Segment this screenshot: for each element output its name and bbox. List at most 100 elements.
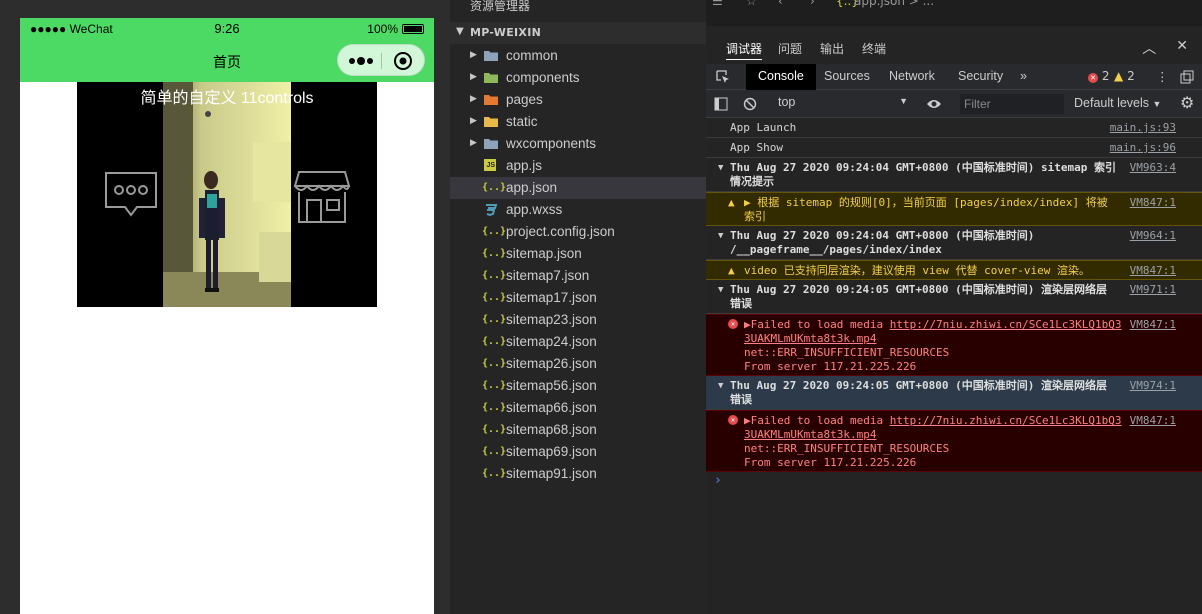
back-icon[interactable]: ‹ bbox=[778, 0, 783, 8]
clear-console-icon[interactable] bbox=[743, 97, 757, 111]
tab-output[interactable]: 输出 bbox=[820, 40, 844, 57]
console-prompt[interactable]: › bbox=[714, 473, 722, 488]
battery-status: 100% bbox=[367, 22, 424, 36]
tree-item[interactable]: {..} sitemap23.json bbox=[450, 309, 706, 331]
log-group-header[interactable]: ▼ Thu Aug 27 2020 09:24:05 GMT+0800 (中国标… bbox=[706, 376, 1202, 410]
context-select[interactable]: top ▼ bbox=[778, 95, 908, 109]
tree-item[interactable]: {..} sitemap56.json bbox=[450, 375, 706, 397]
hamburger-icon[interactable]: ☰ bbox=[712, 0, 723, 8]
bottom-panel-tabs: 调试器 问题 输出 终端 bbox=[706, 34, 1202, 60]
tree-item-label: components bbox=[506, 70, 580, 85]
tree-item[interactable]: {..} app.json bbox=[450, 177, 706, 199]
tree-item[interactable]: {..} sitemap69.json bbox=[450, 441, 706, 463]
log-source-link[interactable]: VM847:1 bbox=[1130, 264, 1176, 277]
tree-item[interactable]: {..} sitemap.json bbox=[450, 243, 706, 265]
tree-item[interactable]: {..} sitemap26.json bbox=[450, 353, 706, 375]
json-file-icon: {..} bbox=[482, 468, 507, 479]
log-group-title: Thu Aug 27 2020 09:24:05 GMT+0800 (中国标准时… bbox=[730, 283, 1108, 310]
log-source-link[interactable]: VM971:1 bbox=[1130, 283, 1176, 296]
editor-breadcrumb[interactable]: app.json > ... bbox=[854, 0, 934, 8]
eye-icon[interactable] bbox=[926, 98, 942, 110]
battery-percent: 100% bbox=[367, 22, 398, 36]
log-message: App Launch bbox=[730, 121, 797, 134]
more-dots-icon[interactable] bbox=[346, 54, 376, 68]
error-count-badge[interactable]: ✕ 2 bbox=[1088, 69, 1109, 83]
bookmark-icon[interactable]: ☆ bbox=[746, 0, 757, 8]
status-bar: ●●●●● WeChat 9:26 100% bbox=[20, 18, 434, 40]
tree-item[interactable]: {..} sitemap7.json bbox=[450, 265, 706, 287]
store-icon[interactable] bbox=[293, 168, 351, 224]
tree-item-label: pages bbox=[506, 92, 543, 107]
close-icon[interactable]: ✕ bbox=[1176, 38, 1188, 58]
log-source-link[interactable]: VM847:1 bbox=[1130, 318, 1176, 331]
log-source-link[interactable]: VM847:1 bbox=[1130, 196, 1176, 209]
chevron-right-icon[interactable]: ▶ bbox=[470, 71, 477, 82]
more-tabs-icon[interactable]: » bbox=[1020, 69, 1027, 83]
forward-icon[interactable]: › bbox=[810, 0, 815, 8]
close-target-icon[interactable] bbox=[393, 51, 413, 71]
kebab-menu-icon[interactable]: ⋮ bbox=[1156, 69, 1169, 84]
tab-sources[interactable]: Sources bbox=[824, 69, 870, 83]
tree-item[interactable]: ▶ common bbox=[450, 45, 706, 67]
chevron-right-icon[interactable]: ▶ bbox=[470, 49, 477, 60]
tree-item[interactable]: app.wxss bbox=[450, 199, 706, 221]
log-source-link[interactable]: VM974:1 bbox=[1130, 379, 1176, 392]
chevron-right-icon[interactable]: ▶ bbox=[470, 115, 477, 126]
video-frame bbox=[163, 82, 291, 307]
tab-network[interactable]: Network bbox=[889, 69, 935, 83]
tab-problems[interactable]: 问题 bbox=[778, 40, 802, 57]
log-source-link[interactable]: main.js:96 bbox=[1110, 141, 1176, 154]
tree-item[interactable]: ▶ components bbox=[450, 67, 706, 89]
sidebar-toggle-icon[interactable] bbox=[714, 97, 728, 111]
json-file-icon: {..} bbox=[482, 358, 507, 369]
tree-item[interactable]: ▶ wxcomponents bbox=[450, 133, 706, 155]
log-source-link[interactable]: main.js:93 bbox=[1110, 121, 1176, 134]
battery-icon bbox=[402, 24, 424, 34]
tree-item[interactable]: {..} sitemap66.json bbox=[450, 397, 706, 419]
settings-gear-icon[interactable]: ⚙ bbox=[1180, 93, 1194, 112]
tab-terminal[interactable]: 终端 bbox=[862, 40, 886, 57]
log-group-header[interactable]: ▼ Thu Aug 27 2020 09:24:04 GMT+0800 (中国标… bbox=[706, 226, 1202, 260]
explorer-title: 资源管理器 bbox=[470, 0, 531, 13]
tree-item-label: app.js bbox=[506, 158, 543, 173]
tree-item[interactable]: {..} sitemap68.json bbox=[450, 419, 706, 441]
tree-item[interactable]: ▶ static bbox=[450, 111, 706, 133]
tree-item[interactable]: {..} sitemap17.json bbox=[450, 287, 706, 309]
tree-item[interactable]: {..} sitemap91.json bbox=[450, 463, 706, 485]
error-prefix: ▶Failed to load media bbox=[744, 414, 890, 427]
group-expand-icon[interactable]: ▼ bbox=[718, 163, 723, 173]
error-icon: ✕ bbox=[1088, 73, 1098, 83]
inspect-icon[interactable] bbox=[716, 70, 730, 84]
folder-icon bbox=[484, 137, 498, 151]
group-expand-icon[interactable]: ▼ bbox=[718, 381, 723, 391]
undock-icon[interactable] bbox=[1180, 70, 1194, 84]
chat-bubble-icon[interactable] bbox=[103, 170, 159, 220]
tree-item-label: app.json bbox=[506, 180, 558, 195]
project-header[interactable]: ▼ MP-WEIXIN bbox=[450, 22, 706, 44]
capsule-menu[interactable] bbox=[337, 44, 425, 76]
log-source-link[interactable]: VM963:4 bbox=[1130, 161, 1176, 174]
log-group-header[interactable]: ▼ Thu Aug 27 2020 09:24:05 GMT+0800 (中国标… bbox=[706, 280, 1202, 314]
context-value: top bbox=[778, 95, 796, 109]
log-source-link[interactable]: VM964:1 bbox=[1130, 229, 1176, 242]
console-filter-input[interactable] bbox=[960, 94, 1064, 114]
tab-debugger[interactable]: 调试器 bbox=[726, 40, 763, 60]
chevron-up-icon[interactable]: ︿ bbox=[1142, 38, 1156, 58]
tree-item[interactable]: JS app.js bbox=[450, 155, 706, 177]
log-levels-select[interactable]: Default levels ▼ bbox=[1074, 96, 1161, 110]
tree-item-label: sitemap91.json bbox=[506, 466, 597, 481]
tab-security[interactable]: Security bbox=[958, 69, 1003, 83]
log-source-link[interactable]: VM847:1 bbox=[1130, 414, 1176, 427]
tree-item[interactable]: {..} project.config.json bbox=[450, 221, 706, 243]
group-expand-icon[interactable]: ▼ bbox=[718, 285, 723, 295]
warning-count-badge[interactable]: ▲ 2 bbox=[1114, 69, 1135, 83]
tree-item[interactable]: ▶ pages bbox=[450, 89, 706, 111]
video-player[interactable]: 简单的自定义 11controls bbox=[77, 82, 377, 307]
log-group-header[interactable]: ▼ Thu Aug 27 2020 09:24:04 GMT+0800 (中国标… bbox=[706, 158, 1202, 192]
tab-console[interactable]: Console bbox=[746, 64, 816, 90]
console-filter-bar: top ▼ Default levels ▼ ⚙ bbox=[706, 90, 1202, 118]
group-expand-icon[interactable]: ▼ bbox=[718, 231, 723, 241]
chevron-right-icon[interactable]: ▶ bbox=[470, 137, 477, 148]
chevron-right-icon[interactable]: ▶ bbox=[470, 93, 477, 104]
tree-item[interactable]: {..} sitemap24.json bbox=[450, 331, 706, 353]
